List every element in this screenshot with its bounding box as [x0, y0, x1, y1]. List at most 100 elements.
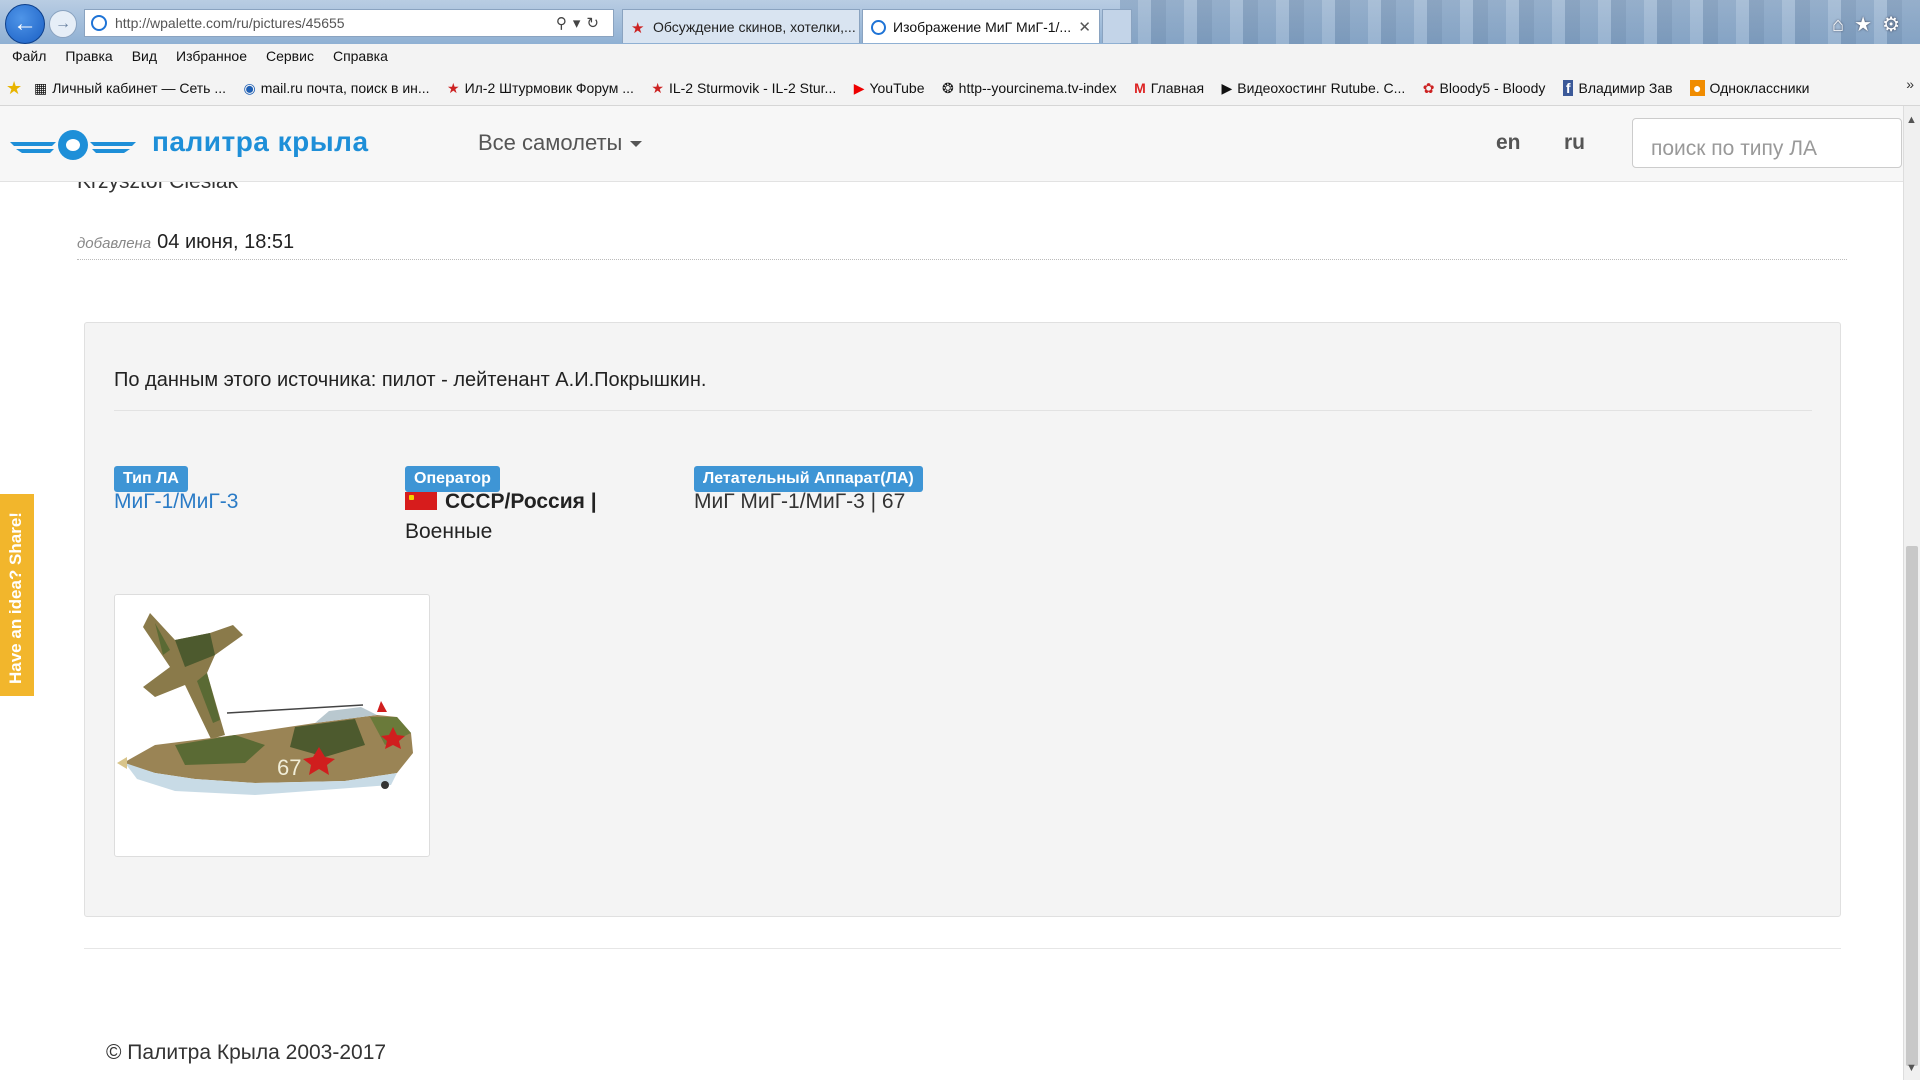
all-aircraft-dropdown[interactable]: Все самолеты [478, 130, 643, 156]
star-icon: ★ [447, 80, 460, 96]
fav-label: Владимир Зав [1578, 80, 1673, 96]
scrollbar-thumb[interactable] [1906, 546, 1918, 1066]
tab-image[interactable]: Изображение МиГ МиГ-1/... ✕ [862, 9, 1100, 43]
fav-label: Одноклассники [1709, 80, 1810, 96]
close-icon[interactable]: ✕ [1078, 18, 1091, 36]
aircraft-type-link[interactable]: МиГ-1/МиГ-3 [114, 490, 238, 514]
page-icon [91, 15, 107, 31]
search-icon[interactable]: ⚲ [556, 15, 573, 32]
fav-label: Bloody5 - Bloody [1439, 80, 1546, 96]
fav-item[interactable]: ❂ http--yourcinema.tv-index [942, 70, 1117, 97]
mail-icon: ◉ [243, 80, 256, 96]
operator-country: СССР/Россия | [445, 490, 597, 513]
gmail-icon: M [1134, 80, 1146, 96]
url-text[interactable]: http://wpalette.com/ru/pictures/45655 [115, 15, 345, 31]
grid-icon: ▦ [34, 80, 48, 96]
fav-item[interactable]: ★ IL-2 Sturmovik - IL-2 Stur... [651, 70, 836, 97]
aircraft-value: МиГ МиГ-1/МиГ-3 | 67 [694, 490, 906, 513]
fav-item[interactable]: ✿ Bloody5 - Bloody [1423, 70, 1546, 97]
menu-bar: Файл Правка Вид Избранное Сервис Справка [0, 44, 1920, 70]
fav-label: Главная [1150, 80, 1205, 96]
aircraft-badge: Летательный Аппарат(ЛА) [694, 466, 923, 492]
site-header: палитра крыла Все самолеты en ru [0, 106, 1903, 182]
browser-toolbar-icons: ⌂★⚙ [1832, 12, 1910, 37]
address-tools[interactable]: ⚲▾↻ [556, 14, 605, 32]
star-icon: ★ [651, 80, 664, 96]
fav-item[interactable]: M Главная [1134, 70, 1204, 96]
page-icon [871, 20, 886, 35]
aircraft-profile-thumbnail[interactable]: 67 [114, 594, 430, 857]
menu-edit[interactable]: Правка [53, 44, 112, 64]
aircraft-side-view: 67 [117, 701, 413, 795]
add-favorite-icon[interactable]: ★ [6, 78, 22, 99]
aircraft-illustration: 67 [117, 613, 413, 795]
favorites-star-icon[interactable]: ★ [1854, 14, 1882, 36]
site-logo-text[interactable]: палитра крыла [152, 126, 369, 158]
fav-item[interactable]: ▶ YouTube [854, 70, 925, 97]
refresh-icon[interactable]: ↻ [586, 15, 605, 32]
address-bar[interactable]: http://wpalette.com/ru/pictures/45655 ⚲▾… [84, 9, 614, 37]
tab-label: Обсуждение скинов, хотелки,... [653, 19, 856, 35]
operator-badge: Оператор [405, 466, 500, 492]
fav-label: Ил-2 Штурмовик Форум ... [464, 80, 634, 96]
star-icon: ★ [631, 20, 645, 37]
fav-label: http--yourcinema.tv-index [958, 80, 1117, 96]
footer-divider [84, 948, 1841, 949]
ussr-flag-icon [405, 492, 437, 510]
youtube-icon: ▶ [853, 80, 865, 96]
added-date: добавлена 04 июня, 18:51 [77, 231, 294, 254]
menu-favorites[interactable]: Избранное [164, 44, 247, 64]
fav-label: YouTube [869, 80, 925, 96]
feedback-label: Have an idea? Share! [6, 512, 25, 684]
chevron-more-icon[interactable]: » [1906, 76, 1914, 92]
fav-label: mail.ru почта, поиск в ин... [260, 80, 430, 96]
scroll-up-icon[interactable]: ▲ [1906, 114, 1917, 126]
back-button[interactable]: ← [5, 4, 45, 44]
forward-button[interactable]: → [49, 10, 77, 38]
fav-label: Видеохостинг Rutube. С... [1237, 80, 1406, 96]
favorites-bar: ★ ▦ Личный кабинет — Сеть ... ◉ mail.ru по… [0, 70, 1920, 106]
fav-label: Личный кабинет — Сеть ... [52, 80, 227, 96]
panel-divider [114, 410, 1812, 411]
fav-item[interactable]: ★ Ил-2 Штурмовик Форум ... [447, 70, 634, 97]
caret-down-icon [630, 141, 643, 148]
arrow-right-icon: → [55, 15, 71, 32]
film-reel-icon: ❂ [941, 80, 954, 96]
copyright: © Палитра Крыла 2003-2017 [106, 1041, 387, 1064]
menu-help[interactable]: Справка [321, 44, 388, 64]
aircraft-top-view [143, 613, 243, 739]
new-tab-button[interactable] [1102, 9, 1132, 43]
menu-file[interactable]: Файл [0, 44, 46, 64]
tail-number: 67 [277, 755, 301, 780]
operator-value[interactable]: СССР/Россия | [405, 490, 597, 514]
bloody-icon: ✿ [1422, 80, 1435, 96]
tab-forum[interactable]: ★ Обсуждение скинов, хотелки,... [622, 9, 860, 43]
wings-logo-icon[interactable] [8, 128, 138, 162]
divider [77, 259, 1847, 260]
home-icon[interactable]: ⌂ [1832, 14, 1854, 36]
lang-en-link[interactable]: en [1496, 131, 1521, 155]
picture-description: По данным этого источника: пилот - лейте… [114, 369, 707, 391]
menu-tools[interactable]: Сервис [254, 44, 314, 64]
gear-icon[interactable]: ⚙ [1882, 14, 1910, 36]
page-scrollbar[interactable]: ▲ ▼ [1903, 106, 1920, 1080]
odnoklassniki-icon: ● [1690, 80, 1705, 96]
fav-item[interactable]: ◉ mail.ru почта, поиск в ин... [244, 70, 430, 97]
nav-label: Все самолеты [478, 130, 623, 155]
facebook-icon: f [1562, 80, 1574, 96]
dropdown-icon[interactable]: ▾ [573, 15, 587, 32]
operator-branch: Военные [405, 520, 493, 543]
fav-item[interactable]: ▶ Видеохостинг Rutube. С... [1222, 70, 1406, 97]
fav-item[interactable]: ▦ Личный кабинет — Сеть ... [34, 70, 226, 97]
browser-titlebar: ← → http://wpalette.com/ru/pictures/4565… [0, 0, 1920, 44]
menu-view[interactable]: Вид [120, 44, 157, 64]
scroll-down-icon[interactable]: ▼ [1906, 1062, 1917, 1074]
lang-ru-link[interactable]: ru [1564, 131, 1585, 155]
fav-label: IL-2 Sturmovik - IL-2 Stur... [668, 80, 837, 96]
fav-item[interactable]: f Владимир Зав [1562, 70, 1673, 96]
added-label: добавлена [77, 235, 152, 252]
feedback-tab[interactable]: Have an idea? Share! [0, 494, 34, 696]
window-background [1120, 0, 1920, 44]
fav-item[interactable]: ● Одноклассники [1690, 70, 1810, 96]
search-input[interactable] [1632, 118, 1902, 168]
